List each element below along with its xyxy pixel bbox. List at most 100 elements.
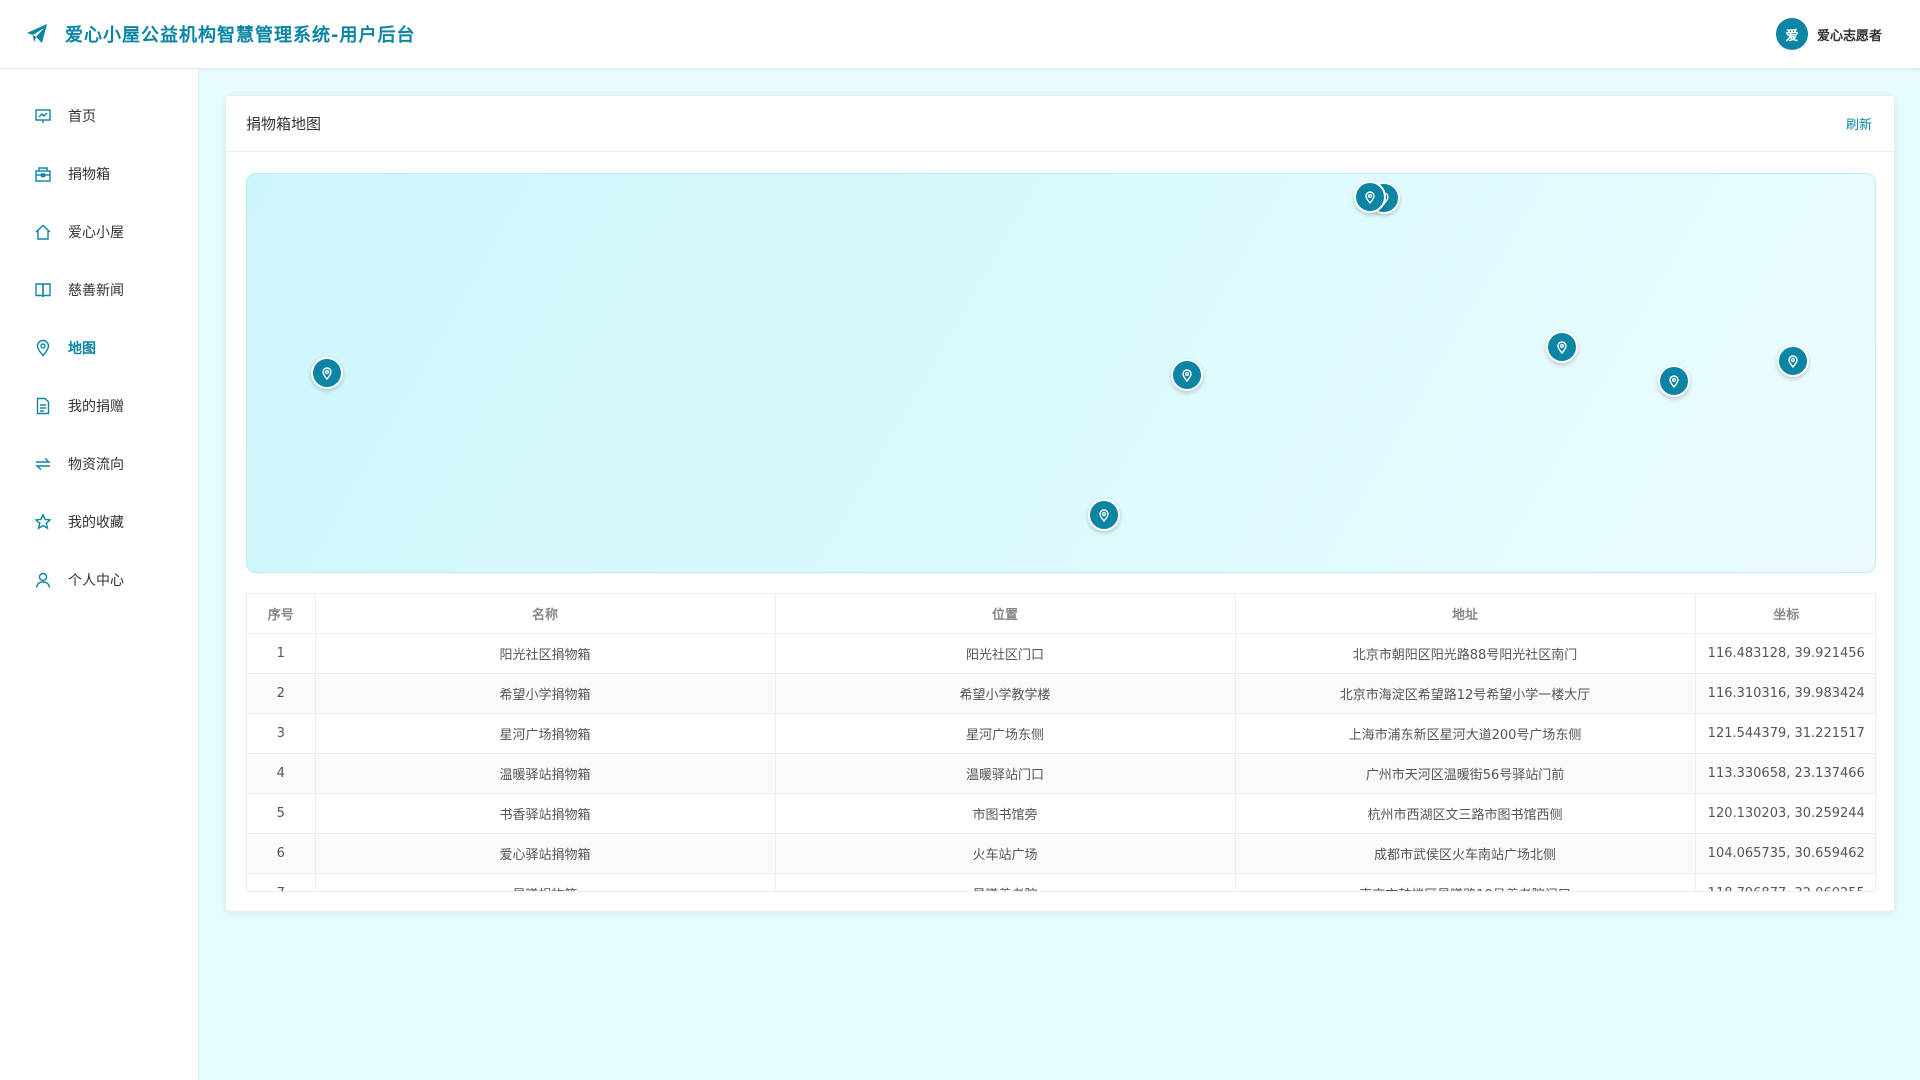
table-cell: 火车站广场: [775, 833, 1236, 874]
table-row[interactable]: 5 书香驿站捐物箱 市图书馆旁 杭州市西湖区文三路市图书馆西侧 120.1302…: [247, 793, 1875, 834]
map-pin-icon: [1182, 369, 1192, 382]
table-cell: 市图书馆旁: [775, 793, 1236, 834]
panel-header: 捐物箱地图 刷新: [226, 96, 1894, 152]
sidebar-item-label: 个人中心: [68, 573, 124, 589]
paper-plane-icon: [25, 22, 49, 46]
column-header: 名称: [315, 594, 776, 634]
sidebar-item-material-flow[interactable]: 物资流向: [0, 435, 198, 493]
table-row[interactable]: 3 星河广场捐物箱 星河广场东侧 上海市浦东新区星河大道200号广场东侧 121…: [247, 713, 1875, 754]
map-pin-icon: [1788, 355, 1798, 368]
table-cell: 116.310316, 39.983424: [1695, 673, 1875, 714]
presentation-chart-icon: [34, 107, 52, 125]
table-cell: 星河广场捐物箱: [315, 713, 776, 754]
map-panel: 捐物箱地图 刷新 序号 名称 位置 地址 坐标 1 阳光社区捐物箱 阳光社区门口…: [225, 95, 1895, 912]
map-marker[interactable]: [1354, 181, 1386, 213]
table-cell: 星河广场东侧: [775, 713, 1236, 754]
column-header: 位置: [775, 594, 1236, 634]
table-cell: 晨曦捐物箱: [315, 873, 776, 891]
sidebar-item-label: 地图: [68, 341, 96, 357]
sidebar-item-profile[interactable]: 个人中心: [0, 551, 198, 609]
map-marker[interactable]: [1546, 331, 1578, 363]
table-row[interactable]: 1 阳光社区捐物箱 阳光社区门口 北京市朝阳区阳光路88号阳光社区南门 116.…: [247, 633, 1875, 674]
sidebar-item-love-house[interactable]: 爱心小屋: [0, 203, 198, 261]
table-cell: 2: [247, 673, 316, 714]
home-icon: [34, 223, 52, 241]
sidebar: 首页 捐物箱 爱心小屋 慈善新闻 地图 我的捐赠 物资流向 我的收藏 个人中心: [0, 69, 199, 1080]
table-cell: 南京市鼓楼区晨曦路18号养老院门口: [1235, 873, 1696, 891]
sidebar-item-favorites[interactable]: 我的收藏: [0, 493, 198, 551]
map-pin-icon: [1365, 191, 1375, 204]
user-menu[interactable]: 爱 爱心志愿者: [1775, 18, 1882, 50]
map-pin-icon: [34, 339, 52, 357]
table-cell: 4: [247, 753, 316, 794]
map-marker[interactable]: [311, 357, 343, 389]
table-cell: 晨曦养老院: [775, 873, 1236, 891]
table-cell: 希望小学捐物箱: [315, 673, 776, 714]
refresh-button[interactable]: 刷新: [1846, 114, 1872, 133]
sidebar-item-label: 首页: [68, 109, 96, 125]
book-icon: [34, 281, 52, 299]
map-marker[interactable]: [1171, 359, 1203, 391]
sidebar-item-donation-box[interactable]: 捐物箱: [0, 145, 198, 203]
column-header: 地址: [1235, 594, 1696, 634]
map-pin-icon: [1557, 341, 1567, 354]
user-name[interactable]: 爱心志愿者: [1817, 25, 1882, 44]
table-row[interactable]: 7 晨曦捐物箱 晨曦养老院 南京市鼓楼区晨曦路18号养老院门口 118.7968…: [247, 873, 1875, 891]
table-row[interactable]: 2 希望小学捐物箱 希望小学教学楼 北京市海淀区希望路12号希望小学一楼大厅 1…: [247, 673, 1875, 714]
app-title: 爱心小屋公益机构智慧管理系统-用户后台: [65, 25, 416, 46]
table-cell: 书香驿站捐物箱: [315, 793, 776, 834]
column-header: 序号: [247, 594, 316, 634]
table-cell: 6: [247, 833, 316, 874]
table-cell: 阳光社区捐物箱: [315, 633, 776, 674]
document-icon: [34, 397, 52, 415]
map-marker[interactable]: [1088, 499, 1120, 531]
sidebar-item-label: 爱心小屋: [68, 225, 124, 241]
sidebar-item-label: 慈善新闻: [68, 283, 124, 299]
sidebar-item-my-donations[interactable]: 我的捐赠: [0, 377, 198, 435]
sidebar-item-label: 我的捐赠: [68, 399, 124, 415]
sidebar-item-news[interactable]: 慈善新闻: [0, 261, 198, 319]
table-cell: 5: [247, 793, 316, 834]
table-cell: 成都市武侯区火车南站广场北侧: [1235, 833, 1696, 874]
map-marker[interactable]: [1777, 345, 1809, 377]
sidebar-item-home[interactable]: 首页: [0, 87, 198, 145]
sidebar-item-label: 我的收藏: [68, 515, 124, 531]
table-row[interactable]: 4 温暖驿站捐物箱 温暖驿站门口 广州市天河区温暖街56号驿站门前 113.33…: [247, 753, 1875, 794]
table-cell: 希望小学教学楼: [775, 673, 1236, 714]
table-cell: 温暖驿站捐物箱: [315, 753, 776, 794]
brand[interactable]: 爱心小屋公益机构智慧管理系统-用户后台: [25, 21, 415, 47]
table-cell: 118.796877, 32.060255: [1695, 873, 1875, 891]
table-cell: 121.544379, 31.221517: [1695, 713, 1875, 754]
table-cell: 阳光社区门口: [775, 633, 1236, 674]
map-marker[interactable]: [1658, 365, 1690, 397]
table-cell: 113.330658, 23.137466: [1695, 753, 1875, 794]
table-cell: 7: [247, 873, 316, 891]
map-pin-icon: [1669, 375, 1679, 388]
table-cell: 温暖驿站门口: [775, 753, 1236, 794]
sidebar-item-label: 物资流向: [68, 457, 124, 473]
table-cell: 杭州市西湖区文三路市图书馆西侧: [1235, 793, 1696, 834]
table-cell: 北京市海淀区希望路12号希望小学一楼大厅: [1235, 673, 1696, 714]
table-cell: 上海市浦东新区星河大道200号广场东侧: [1235, 713, 1696, 754]
sidebar-item-label: 捐物箱: [68, 167, 110, 183]
table-cell: 北京市朝阳区阳光路88号阳光社区南门: [1235, 633, 1696, 674]
table-cell: 116.483128, 39.921456: [1695, 633, 1875, 674]
table-cell: 3: [247, 713, 316, 754]
user-icon: [34, 571, 52, 589]
map-pin-icon: [322, 367, 332, 380]
table-cell: 1: [247, 633, 316, 674]
map-canvas[interactable]: [246, 173, 1876, 573]
transfer-icon: [34, 455, 52, 473]
panel-title: 捐物箱地图: [246, 115, 322, 133]
table-header-row: 序号 名称 位置 地址 坐标: [247, 594, 1875, 634]
table-row[interactable]: 6 爱心驿站捐物箱 火车站广场 成都市武侯区火车南站广场北侧 104.06573…: [247, 833, 1875, 874]
table-cell: 爱心驿站捐物箱: [315, 833, 776, 874]
box-icon: [34, 165, 52, 183]
map-pin-icon: [1099, 509, 1109, 522]
avatar[interactable]: 爱: [1775, 18, 1808, 50]
donation-box-table[interactable]: 序号 名称 位置 地址 坐标 1 阳光社区捐物箱 阳光社区门口 北京市朝阳区阳光…: [246, 593, 1876, 892]
sidebar-item-map[interactable]: 地图: [0, 319, 198, 377]
table-cell: 104.065735, 30.659462: [1695, 833, 1875, 874]
star-icon: [34, 513, 52, 531]
table-cell: 广州市天河区温暖街56号驿站门前: [1235, 753, 1696, 794]
